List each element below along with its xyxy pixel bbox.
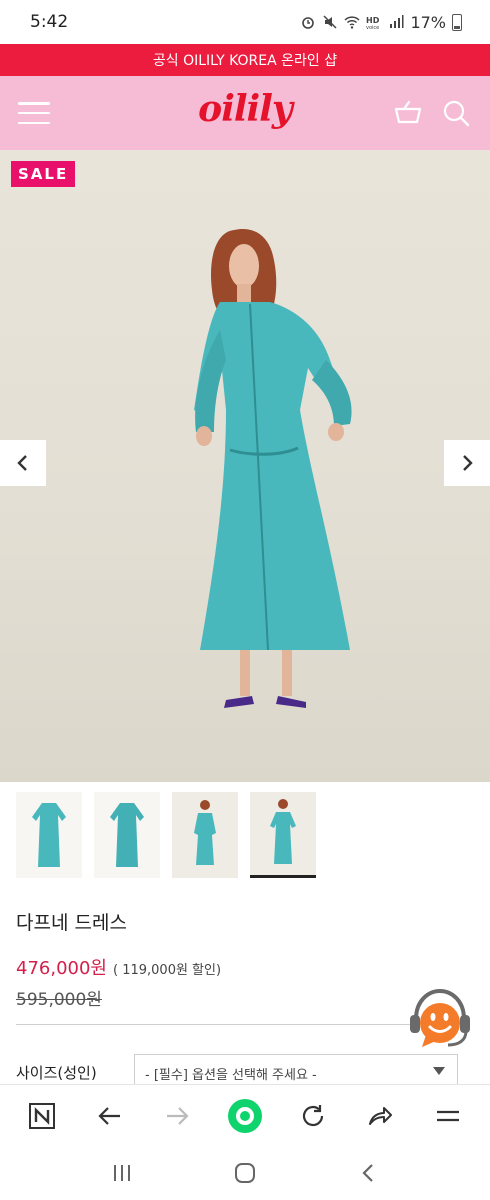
logo[interactable]: oilily	[198, 88, 293, 130]
forward-arrow-icon[interactable]	[159, 1098, 195, 1134]
naver-icon[interactable]	[24, 1098, 60, 1134]
thumbnail-strip	[16, 792, 316, 878]
hamburger-icon[interactable]	[430, 1098, 466, 1134]
home-dot-icon[interactable]	[227, 1098, 263, 1134]
battery-percent: 17%	[410, 12, 446, 32]
discount-amount: ( 119,000원 할인)	[113, 963, 222, 978]
status-icons: HD voice 17%	[300, 13, 462, 32]
mute-icon	[323, 15, 337, 29]
svg-text:voice: voice	[366, 25, 379, 30]
header-actions	[392, 97, 472, 129]
thumbnail-1[interactable]	[16, 792, 82, 878]
price-row: 476,000원 ( 119,000원 할인)	[16, 954, 221, 980]
thumbnail-3[interactable]	[172, 792, 238, 878]
status-time: 5:42	[30, 12, 69, 32]
size-select[interactable]: - [필수] 옵션을 선택해 주세요 -	[134, 1054, 458, 1088]
signal-icon	[390, 15, 404, 28]
recent-apps-icon[interactable]	[102, 1158, 142, 1188]
chevron-left-icon	[17, 455, 27, 471]
site-header: oilily	[0, 76, 490, 150]
announcement-text: 공식 OILILY KOREA 온라인 샵	[152, 53, 338, 69]
prev-image-button[interactable]	[0, 440, 46, 486]
battery-icon	[452, 13, 462, 31]
back-icon[interactable]	[348, 1158, 388, 1188]
model-photo	[194, 228, 352, 708]
thumbnail-model-icon	[270, 798, 296, 864]
thumbnail-model-icon	[194, 800, 216, 865]
size-label: 사이즈(성인)	[16, 1064, 97, 1082]
product-main-image[interactable]: SALE	[0, 150, 490, 782]
chevron-right-icon	[463, 455, 473, 471]
search-icon[interactable]	[440, 97, 472, 129]
next-image-button[interactable]	[444, 440, 490, 486]
caret-down-icon	[433, 1067, 445, 1075]
basket-icon[interactable]	[392, 97, 424, 129]
thumbnail-4[interactable]	[250, 792, 316, 878]
chatbot-icon[interactable]	[404, 985, 476, 1057]
size-select-value: - [필수] 옵션을 선택해 주세요 -	[145, 1068, 317, 1083]
alarm-icon	[302, 17, 315, 29]
original-price: 595,000원	[16, 990, 102, 1010]
divider	[16, 1024, 416, 1025]
back-arrow-icon[interactable]	[92, 1098, 128, 1134]
sale-badge: SALE	[11, 161, 76, 187]
hd-voice-icon: HDvoice	[366, 16, 380, 30]
thumbnail-2[interactable]	[94, 792, 160, 878]
announcement-banner[interactable]: 공식 OILILY KOREA 온라인 샵	[0, 44, 490, 76]
system-nav-bar	[0, 1146, 490, 1200]
svg-text:HD: HD	[366, 16, 380, 25]
product-name: 다프네 드레스	[16, 912, 127, 934]
refresh-icon[interactable]	[295, 1098, 331, 1134]
thumbnail-dress-icon	[32, 803, 66, 867]
status-bar: 5:42 HD voice 17%	[0, 0, 490, 44]
browser-toolbar	[0, 1084, 490, 1146]
home-icon[interactable]	[225, 1158, 265, 1188]
thumbnail-dress-icon	[110, 803, 144, 867]
share-icon[interactable]	[362, 1098, 398, 1134]
menu-icon[interactable]	[18, 102, 50, 124]
wifi-icon	[344, 16, 360, 29]
sale-price: 476,000원	[16, 958, 107, 979]
